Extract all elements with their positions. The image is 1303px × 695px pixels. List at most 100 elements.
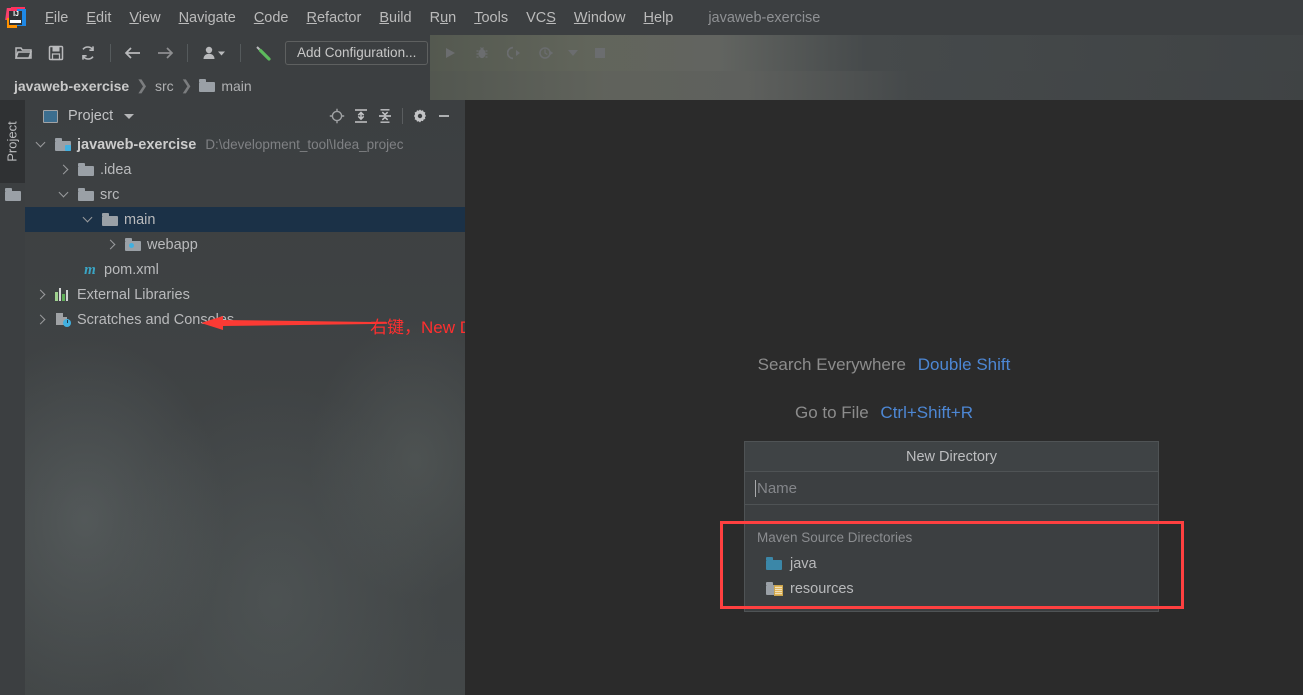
toolbar-separator-2 <box>187 44 188 62</box>
sync-refresh-icon[interactable] <box>75 40 101 66</box>
locate-target-icon[interactable] <box>325 104 349 128</box>
tree-row-src[interactable]: src <box>25 182 465 207</box>
back-arrow-icon[interactable] <box>120 40 146 66</box>
tree-label-javaweb-exercise: javaweb-exercise <box>77 136 197 153</box>
settings-gear-icon[interactable] <box>408 104 432 128</box>
chevron-right-icon[interactable] <box>35 288 48 301</box>
hint-shortcut-search-everywhere: Double Shift <box>917 355 1011 374</box>
breadcrumb-chevron-1: ❯ <box>136 77 148 93</box>
menu-help[interactable]: Help <box>634 6 682 30</box>
resources-folder-icon <box>766 582 783 596</box>
tree-label-idea: .idea <box>100 161 132 178</box>
chevron-down-icon[interactable] <box>82 213 95 226</box>
breadcrumb: javaweb-exercise ❯ src ❯ main <box>0 71 1303 100</box>
libraries-icon <box>55 288 71 301</box>
add-configuration-button[interactable]: Add Configuration... <box>285 41 429 65</box>
chevron-right-icon[interactable] <box>105 238 118 251</box>
new-directory-name-placeholder: Name <box>757 479 798 497</box>
project-tool-window: Project javaweb-exercise D:\development_… <box>25 100 465 695</box>
forward-arrow-icon[interactable] <box>152 40 178 66</box>
run-coverage-icon[interactable] <box>501 40 527 66</box>
profiler-icon[interactable] <box>533 40 559 66</box>
toolbar-wallpaper <box>430 35 1303 71</box>
tree-row-pom-xml[interactable]: m pom.xml <box>25 257 465 282</box>
scratches-icon <box>55 312 71 327</box>
menu-build[interactable]: Build <box>370 6 420 30</box>
folder-icon <box>78 188 94 201</box>
breadcrumb-wallpaper <box>430 71 1303 100</box>
text-caret <box>755 479 756 497</box>
breadcrumb-item-src[interactable]: src <box>155 78 174 94</box>
intellij-idea-logo-icon: IJ <box>5 6 27 29</box>
intellij-idea-window: IJ File Edit View Navigate Code Refactor… <box>0 0 1303 695</box>
new-directory-option-java[interactable]: java <box>745 551 1158 576</box>
save-all-icon[interactable] <box>43 40 69 66</box>
expand-all-icon[interactable] <box>349 104 373 128</box>
source-folder-icon <box>766 557 782 570</box>
tree-label-main: main <box>124 211 156 228</box>
user-dropdown-icon[interactable] <box>197 40 231 66</box>
new-directory-option-java-label: java <box>790 555 817 572</box>
menu-window[interactable]: Window <box>565 6 635 30</box>
hint-shortcut-go-to-file: Ctrl+Shift+R <box>880 403 974 422</box>
menu-code[interactable]: Code <box>245 6 298 30</box>
project-toolbar-separator <box>402 108 403 124</box>
tool-window-tab-project-label: Project <box>5 121 20 162</box>
new-directory-option-resources-label: resources <box>790 580 854 597</box>
chevron-down-icon[interactable] <box>58 188 71 201</box>
menu-bar: IJ File Edit View Navigate Code Refactor… <box>0 0 1303 35</box>
hint-label-go-to-file: Go to File <box>794 403 869 422</box>
tool-window-tab-project[interactable]: Project <box>0 100 25 183</box>
project-tree: javaweb-exercise D:\development_tool\Ide… <box>25 132 465 332</box>
new-directory-title: New Directory <box>745 442 1158 472</box>
tree-row-idea[interactable]: .idea <box>25 157 465 182</box>
debug-icon[interactable] <box>469 40 495 66</box>
project-view-chevron-down-icon[interactable] <box>124 113 135 119</box>
new-directory-divider <box>745 505 1158 522</box>
hint-search-everywhere: Search Everywhere Double Shift <box>465 355 1303 375</box>
menu-edit[interactable]: Edit <box>77 6 120 30</box>
window-project-title: javaweb-exercise <box>708 9 821 26</box>
menu-navigate[interactable]: Navigate <box>170 6 245 30</box>
breadcrumb-folder-icon <box>199 79 216 92</box>
module-folder-icon <box>55 138 71 151</box>
menu-file[interactable]: File <box>36 6 77 30</box>
dropdown-caret-icon[interactable] <box>565 40 581 66</box>
menu-refactor[interactable]: Refactor <box>298 6 371 30</box>
editor-hints: Search Everywhere Double Shift Go to Fil… <box>465 355 1303 451</box>
menu-vcs[interactable]: VCS <box>517 6 565 30</box>
menu-run[interactable]: Run <box>421 6 466 30</box>
new-directory-option-resources[interactable]: resources <box>745 576 1158 601</box>
menu-tools[interactable]: Tools <box>465 6 517 30</box>
annotation-red-arrow-icon <box>201 315 387 331</box>
run-icon[interactable] <box>437 40 463 66</box>
maven-source-directories-title: Maven Source Directories <box>757 530 913 545</box>
project-panel-header: Project <box>25 100 465 132</box>
tree-row-javaweb-exercise[interactable]: javaweb-exercise D:\development_tool\Ide… <box>25 132 465 157</box>
tree-path-javaweb-exercise: D:\development_tool\Idea_projec <box>205 137 404 152</box>
stop-icon[interactable] <box>587 40 613 66</box>
tree-label-webapp: webapp <box>147 236 198 253</box>
chevron-right-icon[interactable] <box>35 313 48 326</box>
tree-row-webapp[interactable]: webapp <box>25 232 465 257</box>
maven-m-icon: m <box>84 261 96 278</box>
tree-row-main[interactable]: main <box>25 207 465 232</box>
new-directory-popup: New Directory Name Maven Source Director… <box>744 441 1159 612</box>
open-folder-icon[interactable] <box>11 40 37 66</box>
project-window-icon <box>43 109 58 123</box>
breadcrumb-item-project[interactable]: javaweb-exercise <box>14 78 129 94</box>
chevron-down-icon[interactable] <box>35 138 48 151</box>
new-directory-name-field[interactable]: Name <box>745 472 1158 505</box>
project-panel-title: Project <box>68 108 114 124</box>
tree-label-src: src <box>100 186 120 203</box>
project-panel-toolbar <box>325 104 465 128</box>
hide-minimize-icon[interactable] <box>432 104 456 128</box>
left-tool-window-strip: Project <box>0 100 25 695</box>
build-hammer-icon[interactable] <box>250 40 276 66</box>
tree-row-external-libraries[interactable]: External Libraries <box>25 282 465 307</box>
folder-icon <box>102 213 118 226</box>
breadcrumb-item-main[interactable]: main <box>221 78 251 94</box>
chevron-right-icon[interactable] <box>58 163 71 176</box>
menu-view[interactable]: View <box>120 6 169 30</box>
collapse-all-icon[interactable] <box>373 104 397 128</box>
